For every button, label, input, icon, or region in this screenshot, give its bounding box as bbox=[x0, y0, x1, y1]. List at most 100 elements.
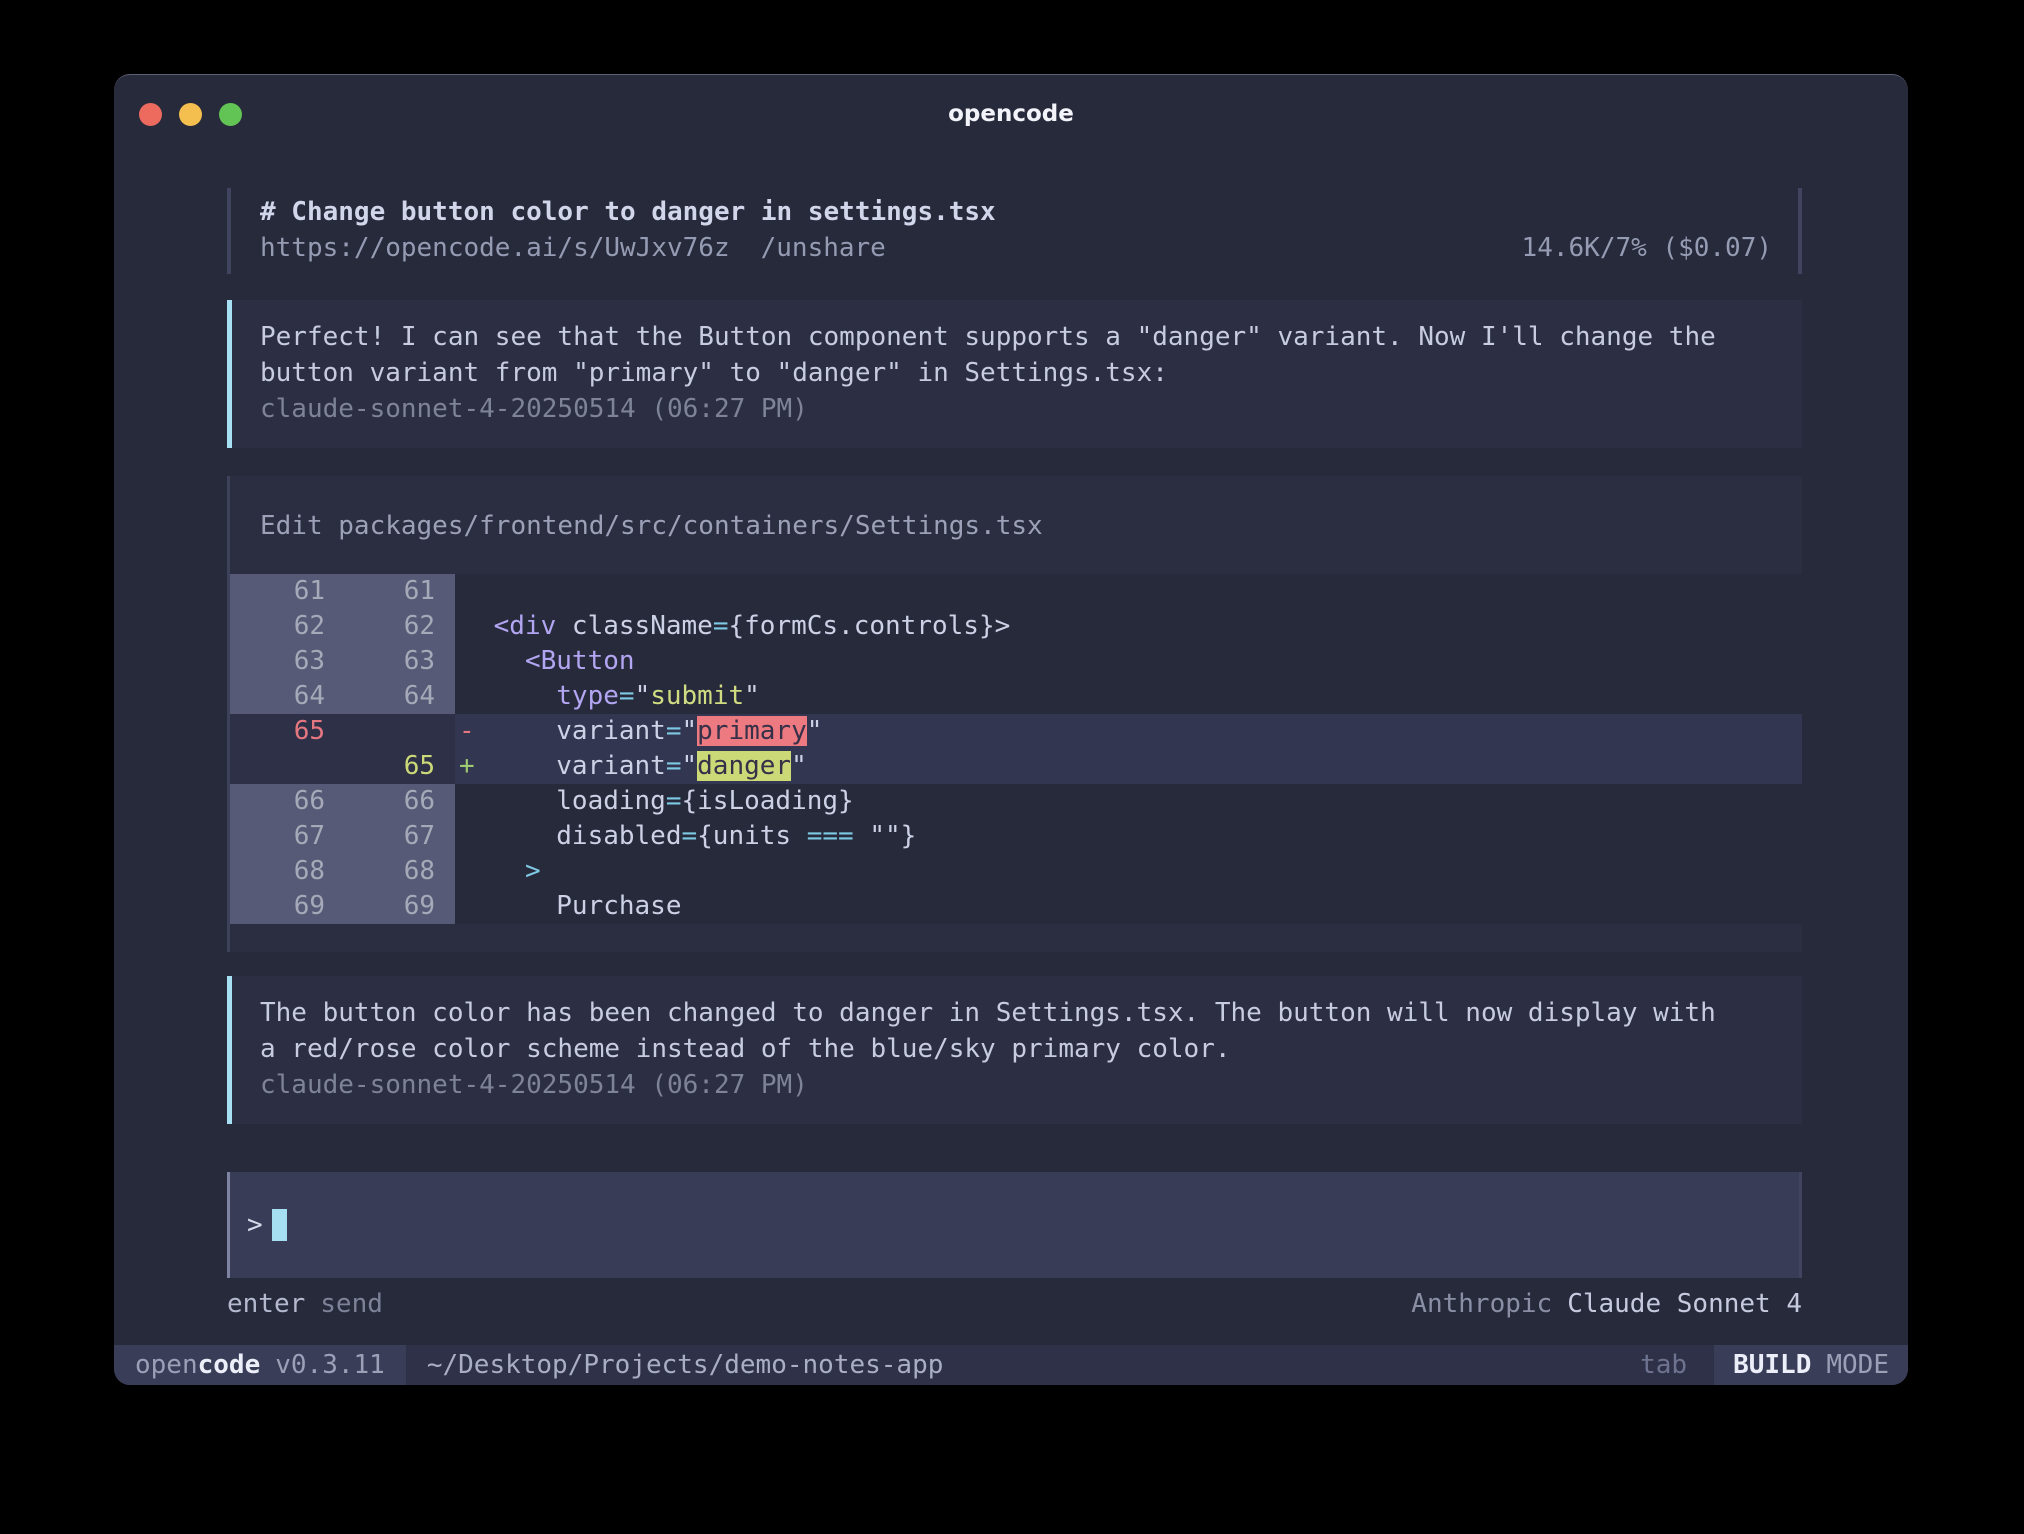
code-token: className bbox=[556, 611, 713, 641]
minimize-button[interactable] bbox=[179, 103, 202, 126]
code-token: " bbox=[791, 751, 807, 781]
code-token: type bbox=[556, 681, 619, 711]
traffic-lights bbox=[139, 75, 242, 153]
app-version-segment: opencode v0.3.11 bbox=[114, 1345, 406, 1385]
app-name-bold: code bbox=[198, 1350, 261, 1380]
diff-row: 6969 Purchase bbox=[230, 889, 1802, 924]
code-token: Purchase bbox=[478, 891, 682, 921]
hints-row: enter send Anthropic Claude Sonnet 4 bbox=[227, 1286, 1802, 1322]
diff-code-line bbox=[478, 574, 1802, 609]
diff-sign bbox=[455, 889, 478, 924]
diff-code-line: loading={isLoading} bbox=[478, 784, 1802, 819]
diff-sign bbox=[455, 819, 478, 854]
model-indicator: Anthropic Claude Sonnet 4 bbox=[1411, 1286, 1802, 1322]
diff-line-number-old: 66 bbox=[230, 784, 325, 819]
code-token: " bbox=[807, 716, 823, 746]
code-token: disabled bbox=[478, 821, 682, 851]
diff-code-line: Purchase bbox=[478, 889, 1802, 924]
diff-row: 65+ variant="danger" bbox=[230, 749, 1802, 784]
mode-segment[interactable]: BUILDMODE bbox=[1714, 1345, 1908, 1385]
diff-table: 6161 6262 <div className={formCs.control… bbox=[230, 574, 1802, 924]
code-token: > bbox=[525, 856, 541, 886]
diff-sign bbox=[455, 609, 478, 644]
code-token: variant bbox=[478, 751, 666, 781]
code-token: primary bbox=[697, 716, 807, 746]
diff-row: 65- variant="primary" bbox=[230, 714, 1802, 749]
close-button[interactable] bbox=[139, 103, 162, 126]
diff-line-number-old: 64 bbox=[230, 679, 325, 714]
code-token: " bbox=[682, 716, 698, 746]
app-name-dim: open bbox=[135, 1350, 198, 1380]
assistant-message-2: The button color has been changed to dan… bbox=[227, 976, 1802, 1124]
assistant-message-1: Perfect! I can see that the Button compo… bbox=[227, 300, 1802, 448]
message-line: button variant from "primary" to "danger… bbox=[260, 355, 1778, 391]
model-name: Claude Sonnet 4 bbox=[1567, 1289, 1802, 1319]
diff-row: 6868 > bbox=[230, 854, 1802, 889]
window-title: opencode bbox=[948, 101, 1074, 127]
code-token: = bbox=[666, 716, 682, 746]
unshare-command: /unshare bbox=[761, 233, 886, 263]
code-token: = bbox=[666, 786, 682, 816]
diff-row: 6262 <div className={formCs.controls}> bbox=[230, 609, 1802, 644]
diff-line-number-old: 61 bbox=[230, 574, 325, 609]
code-token: " bbox=[682, 751, 698, 781]
message-meta: claude-sonnet-4-20250514 (06:27 PM) bbox=[260, 1067, 1778, 1103]
edit-tool-header: Edit packages/frontend/src/containers/Se… bbox=[230, 508, 1802, 544]
code-token: {isLoading} bbox=[682, 786, 854, 816]
diff-line-number-new: 67 bbox=[325, 819, 455, 854]
prompt-input[interactable]: > bbox=[227, 1172, 1802, 1278]
diff-row: 6666 loading={isLoading} bbox=[230, 784, 1802, 819]
text-cursor bbox=[272, 1209, 287, 1241]
provider-name: Anthropic bbox=[1411, 1289, 1552, 1319]
diff-code-line: <Button bbox=[478, 644, 1802, 679]
tab-key-hint: tab bbox=[1640, 1350, 1687, 1380]
enter-key-hint: enter bbox=[227, 1289, 305, 1319]
code-token: {formCs.controls}> bbox=[728, 611, 1010, 641]
code-token: <div bbox=[478, 611, 556, 641]
code-token: = bbox=[666, 751, 682, 781]
diff-line-number-old: 68 bbox=[230, 854, 325, 889]
session-title: # Change button color to danger in setti… bbox=[260, 194, 1772, 230]
code-token: = bbox=[619, 681, 635, 711]
send-action-hint: send bbox=[320, 1289, 383, 1319]
opencode-window: opencode # Change button color to danger… bbox=[114, 74, 1908, 1385]
diff-sign: - bbox=[455, 714, 478, 749]
code-token: = bbox=[682, 821, 698, 851]
diff-line-number-new: 65 bbox=[325, 749, 455, 784]
code-token: = bbox=[713, 611, 729, 641]
code-token bbox=[478, 856, 525, 886]
message-meta: claude-sonnet-4-20250514 (06:27 PM) bbox=[260, 391, 1778, 427]
diff-row: 6161 bbox=[230, 574, 1802, 609]
code-token: submit bbox=[650, 681, 744, 711]
diff-sign bbox=[455, 854, 478, 889]
code-token: <Button bbox=[478, 646, 635, 676]
prompt-symbol: > bbox=[247, 1210, 263, 1240]
diff-line-number-old: 63 bbox=[230, 644, 325, 679]
diff-code-line: disabled={units === ""} bbox=[478, 819, 1802, 854]
diff-code-line: > bbox=[478, 854, 1802, 889]
zoom-button[interactable] bbox=[219, 103, 242, 126]
diff-line-number-new: 69 bbox=[325, 889, 455, 924]
mode-label-dim: MODE bbox=[1826, 1350, 1889, 1380]
diff-sign bbox=[455, 679, 478, 714]
share-url[interactable]: https://opencode.ai/s/UwJxv76z bbox=[260, 233, 730, 263]
diff-code-line: variant="danger" bbox=[478, 749, 1802, 784]
diff-line-number-old: 69 bbox=[230, 889, 325, 924]
diff-line-number-old: 67 bbox=[230, 819, 325, 854]
diff-line-number-new: 66 bbox=[325, 784, 455, 819]
diff-line-number-old: 65 bbox=[230, 714, 325, 749]
diff-line-number-old: 62 bbox=[230, 609, 325, 644]
diff-line-number-old bbox=[230, 749, 325, 784]
diff-line-number-new: 68 bbox=[325, 854, 455, 889]
diff-sign: + bbox=[455, 749, 478, 784]
code-token: danger bbox=[697, 751, 791, 781]
diff-row: 6363 <Button bbox=[230, 644, 1802, 679]
diff-line-number-new: 62 bbox=[325, 609, 455, 644]
session-header: # Change button color to danger in setti… bbox=[227, 188, 1802, 274]
session-subrow: https://opencode.ai/s/UwJxv76z/unshare 1… bbox=[260, 230, 1772, 266]
code-token: variant bbox=[478, 716, 666, 746]
message-line: a red/rose color scheme instead of the b… bbox=[260, 1031, 1778, 1067]
code-token: " bbox=[635, 681, 651, 711]
code-token bbox=[478, 681, 556, 711]
app-version: v0.3.11 bbox=[275, 1350, 385, 1380]
